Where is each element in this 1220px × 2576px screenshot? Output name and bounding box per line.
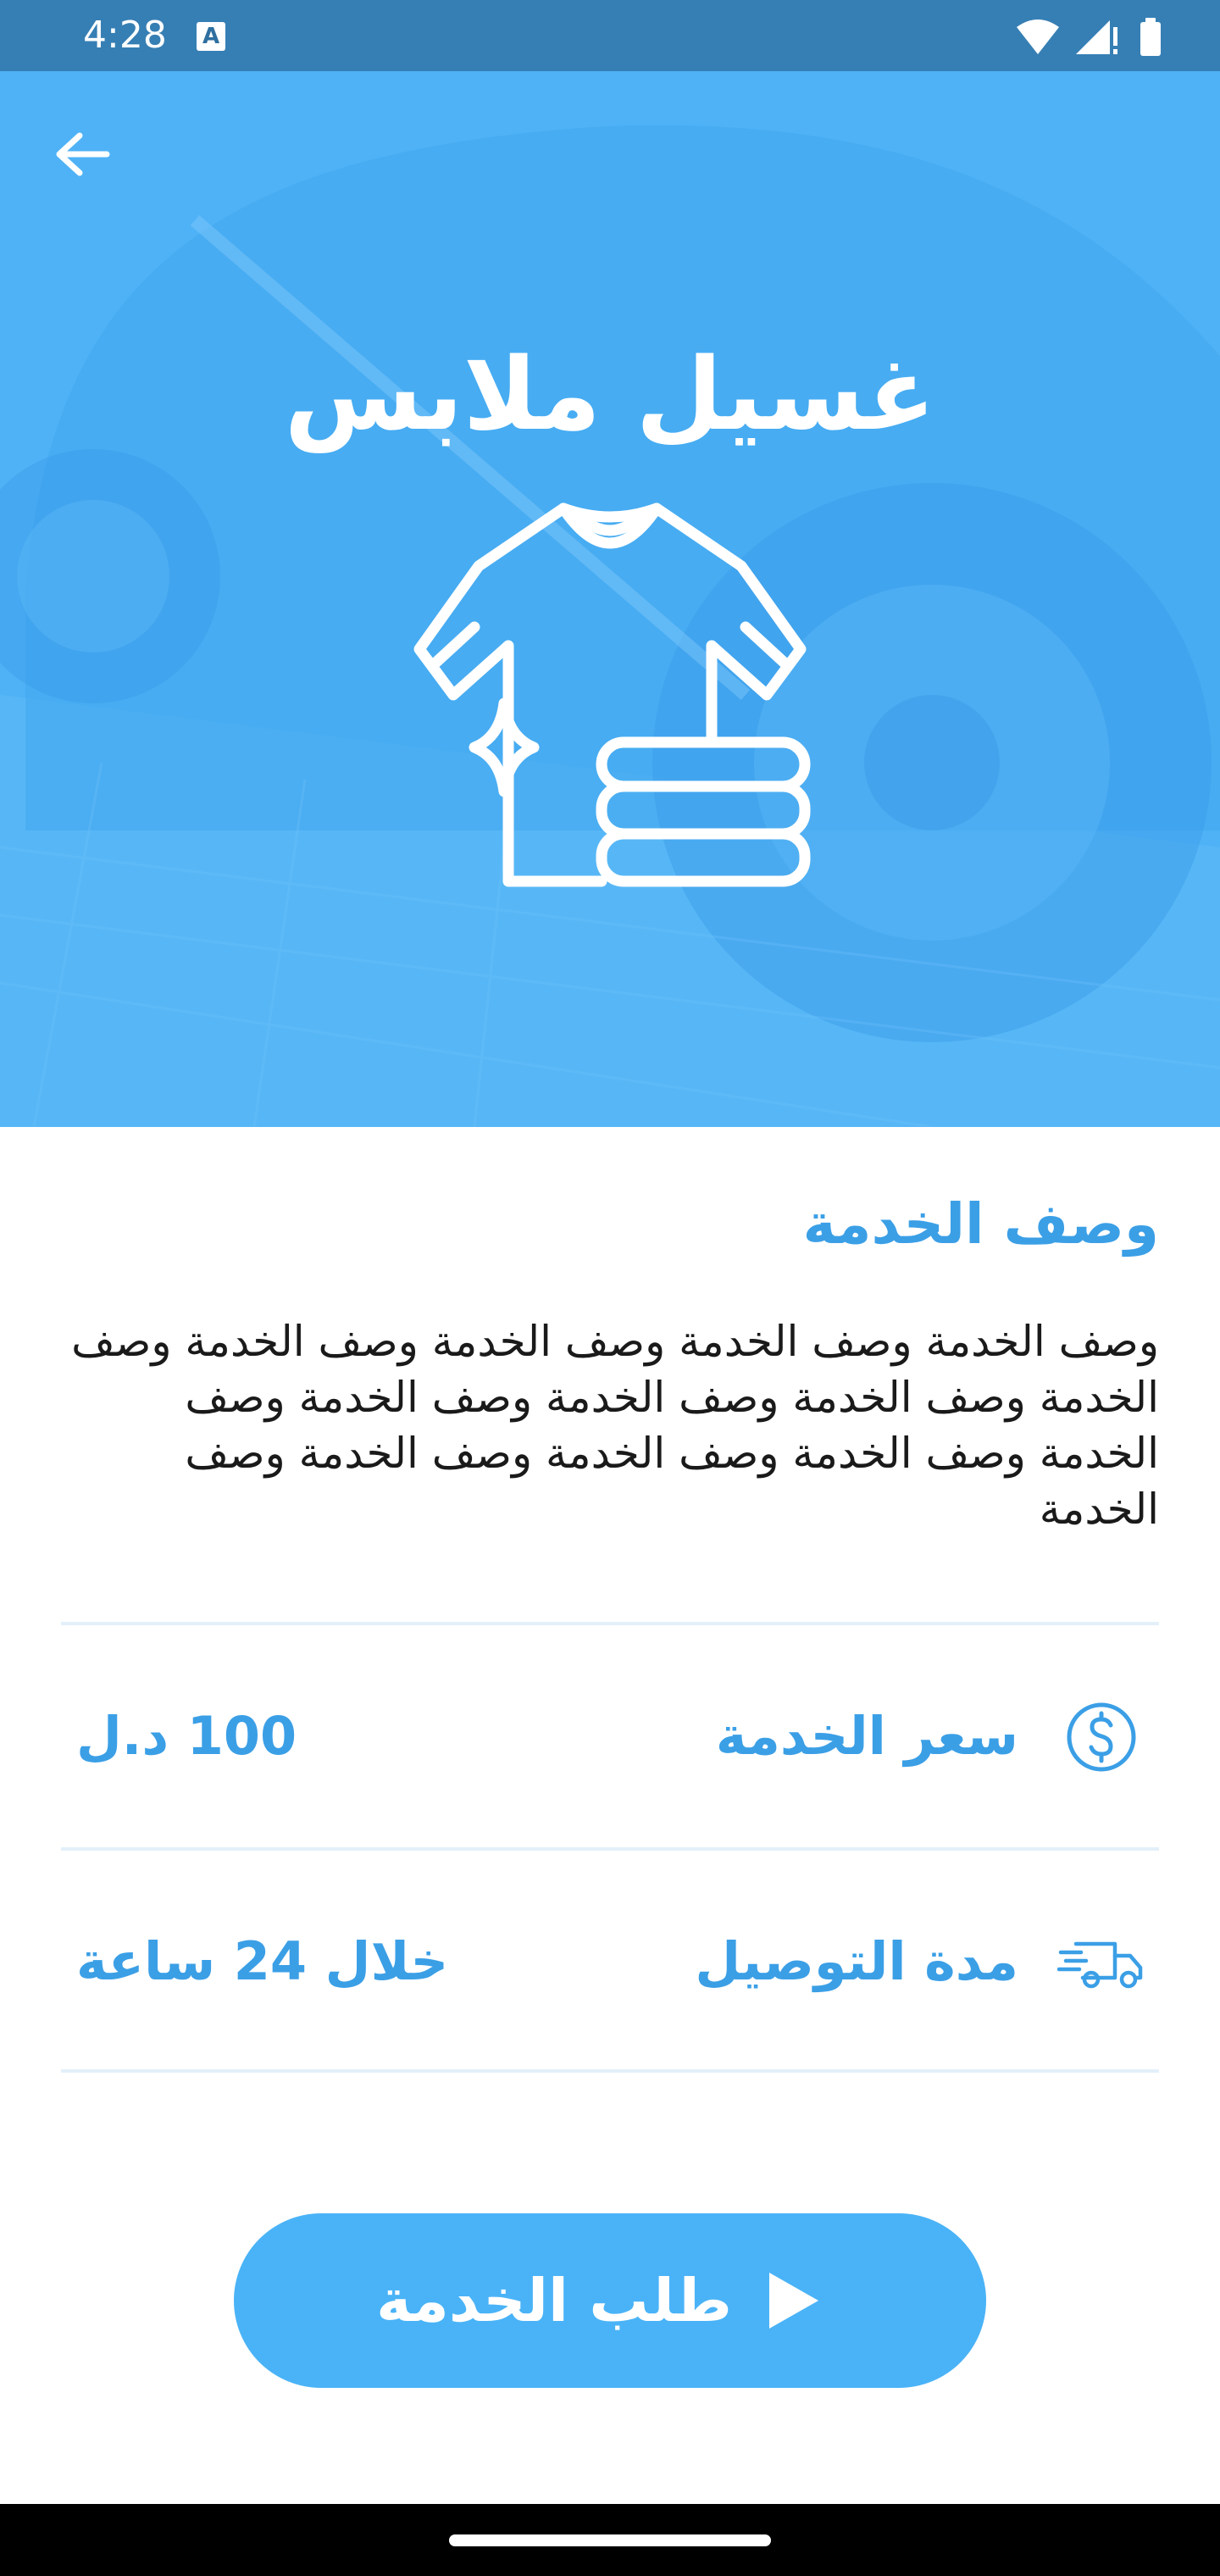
delivery-truck-icon <box>1057 1941 1143 1989</box>
battery-icon <box>1140 18 1161 56</box>
divider <box>61 2069 1159 2073</box>
back-button[interactable] <box>44 120 120 197</box>
service-description: وصف الخدمة وصف الخدمة وصف الخدمة وصف الخ… <box>71 1317 1159 1534</box>
order-service-label: طلب الخدمة <box>376 2266 732 2335</box>
system-navigation-bar <box>0 2504 1220 2576</box>
service-title: غسيل ملابس <box>284 336 936 452</box>
price-row: سعر الخدمة 100 د.ل <box>61 1625 1159 1847</box>
hero-banner: 4:28 A غسيل ملابس <box>0 0 1220 1127</box>
status-bar: 4:28 A <box>0 0 1220 71</box>
notification-a-icon: A <box>197 22 225 51</box>
description-heading: وصف الخدمة <box>802 1191 1159 1257</box>
status-time: 4:28 <box>83 14 167 57</box>
price-label: سعر الخدمة <box>715 1705 1018 1767</box>
delivery-value: خلال 24 ساعة <box>76 1930 449 1992</box>
play-icon <box>769 2273 818 2329</box>
delivery-label: مدة التوصيل <box>695 1930 1018 1992</box>
wifi-icon <box>1017 19 1059 54</box>
delivery-row: مدة التوصيل خلال 24 ساعة <box>61 1851 1159 2073</box>
laundry-shirt-icon <box>413 502 811 887</box>
signal-icon <box>1076 20 1117 54</box>
price-value: 100 د.ل <box>76 1705 297 1767</box>
arrow-left-icon <box>56 132 110 176</box>
dollar-circle-icon <box>1067 1702 1136 1772</box>
status-indicators <box>1017 18 1161 56</box>
home-indicator[interactable] <box>449 2534 771 2546</box>
order-service-button[interactable]: طلب الخدمة <box>234 2213 986 2388</box>
